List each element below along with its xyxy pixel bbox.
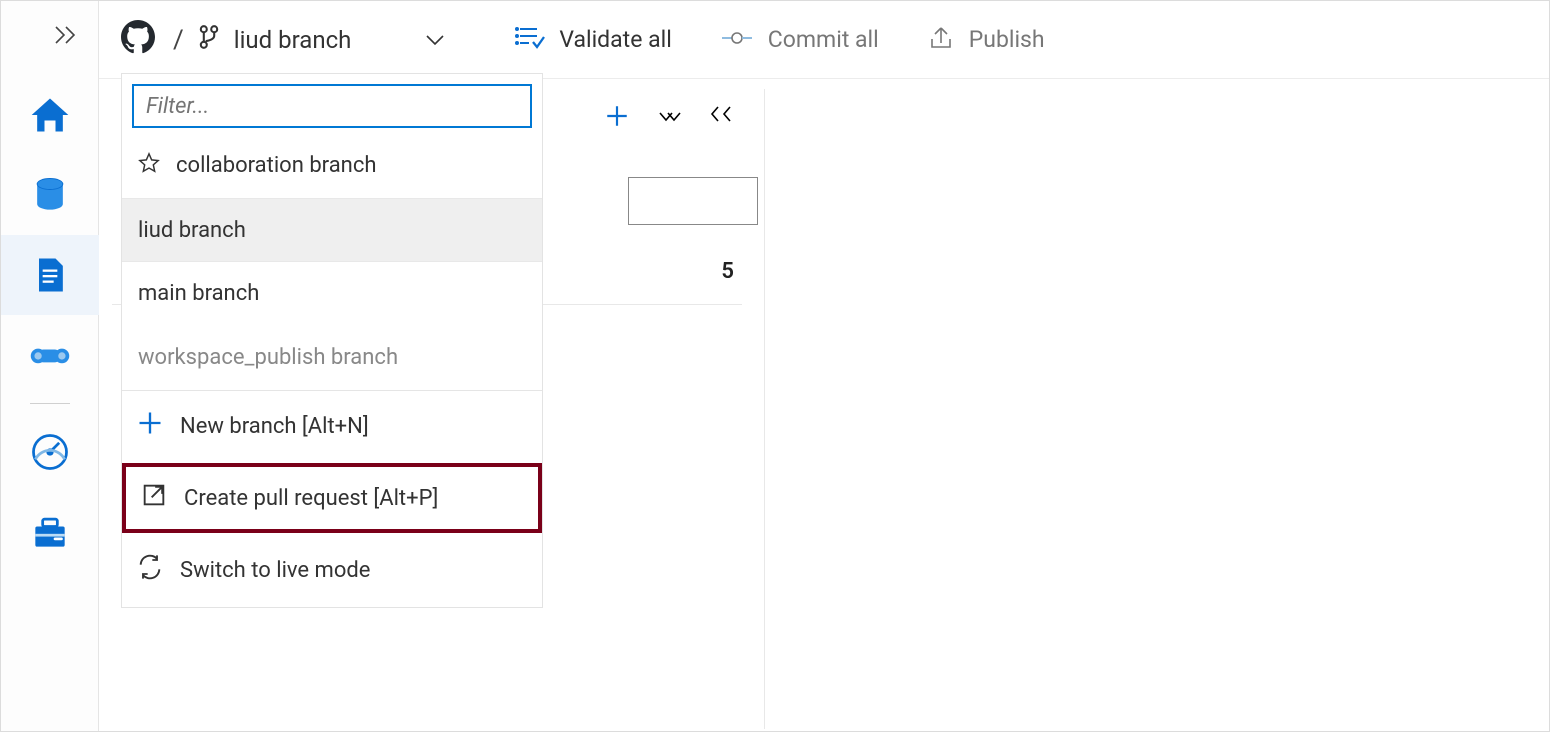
- create-pr-label: Create pull request [Alt+P]: [184, 486, 438, 511]
- content-area: 5 collaboration branch liud branch main …: [99, 79, 1549, 731]
- resource-count-value: 5: [721, 259, 734, 284]
- sync-icon: [136, 553, 164, 587]
- branch-label: liud branch: [234, 26, 352, 54]
- gauge-icon: [28, 430, 72, 474]
- nav-monitor[interactable]: [1, 412, 99, 492]
- collapse-all-icon[interactable]: [708, 105, 734, 133]
- branch-item-label: workspace_publish branch: [138, 345, 398, 370]
- toolbox-icon: [28, 510, 72, 554]
- new-branch-label: New branch [Alt+N]: [180, 414, 369, 439]
- publish-icon: [927, 23, 955, 57]
- path-separator: /: [173, 25, 184, 55]
- top-toolbar: / liud branch Validate all: [99, 1, 1549, 79]
- new-branch-action[interactable]: New branch [Alt+N]: [122, 391, 542, 461]
- publish-button[interactable]: Publish: [927, 23, 1045, 57]
- branch-selector[interactable]: liud branch: [198, 24, 458, 56]
- expand-all-icon[interactable]: [656, 105, 682, 133]
- switch-live-label: Switch to live mode: [180, 558, 370, 583]
- commit-label: Commit all: [768, 26, 879, 53]
- branch-item-main[interactable]: main branch: [122, 262, 542, 326]
- commit-icon: [720, 26, 754, 53]
- commit-all-button[interactable]: Commit all: [720, 26, 879, 53]
- nav-integrate[interactable]: [1, 315, 99, 395]
- branch-item-workspace-publish[interactable]: workspace_publish branch: [122, 326, 542, 390]
- branch-dropdown: collaboration branch liud branch main br…: [121, 73, 543, 608]
- expand-nav-icon[interactable]: [52, 25, 80, 49]
- branch-filter-input[interactable]: [132, 84, 532, 128]
- pipeline-icon: [28, 333, 72, 377]
- document-icon: [28, 253, 72, 297]
- left-nav-rail: [1, 1, 99, 731]
- nav-divider: [30, 403, 70, 404]
- publish-label: Publish: [969, 26, 1045, 53]
- database-icon: [28, 173, 72, 217]
- branch-item-label: main branch: [138, 281, 259, 306]
- star-icon: [138, 152, 160, 180]
- validate-icon: [515, 24, 545, 56]
- validate-all-button[interactable]: Validate all: [515, 24, 671, 56]
- branch-item-label: collaboration branch: [176, 153, 376, 178]
- validate-label: Validate all: [559, 26, 671, 53]
- add-resource-button[interactable]: [604, 103, 630, 136]
- github-icon: [121, 20, 155, 60]
- resource-filter-input[interactable]: [628, 177, 758, 225]
- git-branch-icon: [198, 24, 220, 56]
- create-pr-action[interactable]: Create pull request [Alt+P]: [122, 463, 542, 533]
- nav-manage[interactable]: [1, 492, 99, 572]
- nav-develop[interactable]: [1, 235, 99, 315]
- home-icon: [28, 93, 72, 137]
- nav-data[interactable]: [1, 155, 99, 235]
- branch-item-label: liud branch: [138, 218, 246, 243]
- branch-item-collaboration[interactable]: collaboration branch: [122, 134, 542, 198]
- chevron-down-icon: [423, 26, 447, 54]
- plus-icon: [136, 409, 164, 443]
- main-area: / liud branch Validate all: [99, 1, 1549, 731]
- switch-live-action[interactable]: Switch to live mode: [122, 535, 542, 605]
- open-external-icon: [140, 481, 168, 515]
- branch-item-current[interactable]: liud branch: [122, 198, 542, 262]
- nav-home[interactable]: [1, 75, 99, 155]
